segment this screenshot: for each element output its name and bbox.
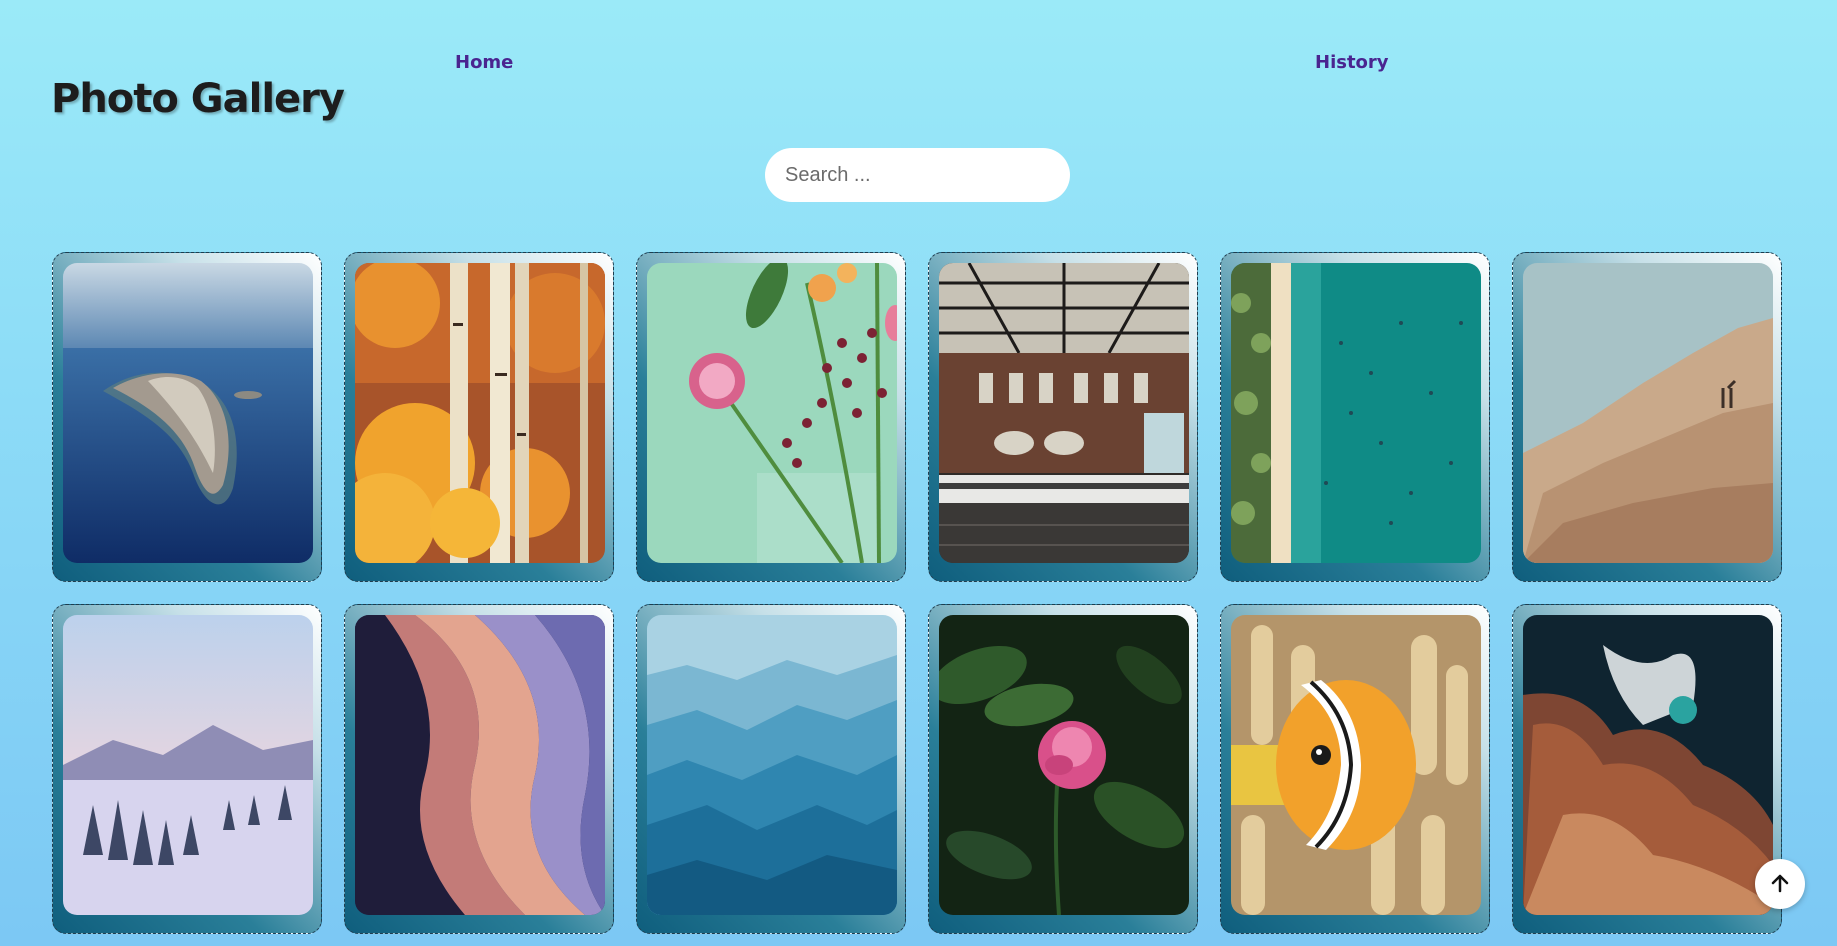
photo-card[interactable] (928, 252, 1198, 582)
photo-train-station[interactable] (939, 263, 1189, 563)
photo-card[interactable] (1512, 252, 1782, 582)
nav-home-link[interactable]: Home (455, 52, 513, 73)
photo-slot-canyon[interactable] (355, 615, 605, 915)
nav-history-link[interactable]: History (1315, 52, 1389, 73)
photo-snowy-landscape[interactable] (63, 615, 313, 915)
photo-card[interactable] (52, 252, 322, 582)
photo-clownfish[interactable] (1231, 615, 1481, 915)
photo-card[interactable] (928, 604, 1198, 934)
photo-blue-mountains[interactable] (647, 615, 897, 915)
photo-pink-peony[interactable] (939, 615, 1189, 915)
photo-rocky-mountain[interactable] (1523, 263, 1773, 563)
scroll-to-top-button[interactable] (1755, 859, 1805, 909)
photo-card[interactable] (636, 604, 906, 934)
search-input[interactable] (765, 148, 1070, 202)
photo-card[interactable] (1512, 604, 1782, 934)
photo-card[interactable] (52, 604, 322, 934)
photo-beach-aerial[interactable] (1231, 263, 1481, 563)
arrow-up-icon (1769, 872, 1791, 897)
photo-card[interactable] (1220, 252, 1490, 582)
photo-card[interactable] (1220, 604, 1490, 934)
page-title: Photo Gallery (51, 76, 345, 122)
photo-rocky-coast[interactable] (1523, 615, 1773, 915)
photo-island-aerial[interactable] (63, 263, 313, 563)
photo-autumn-forest[interactable] (355, 263, 605, 563)
photo-card[interactable] (344, 604, 614, 934)
photo-card[interactable] (636, 252, 906, 582)
photo-card[interactable] (344, 252, 614, 582)
photo-flowers-vase[interactable] (647, 263, 897, 563)
